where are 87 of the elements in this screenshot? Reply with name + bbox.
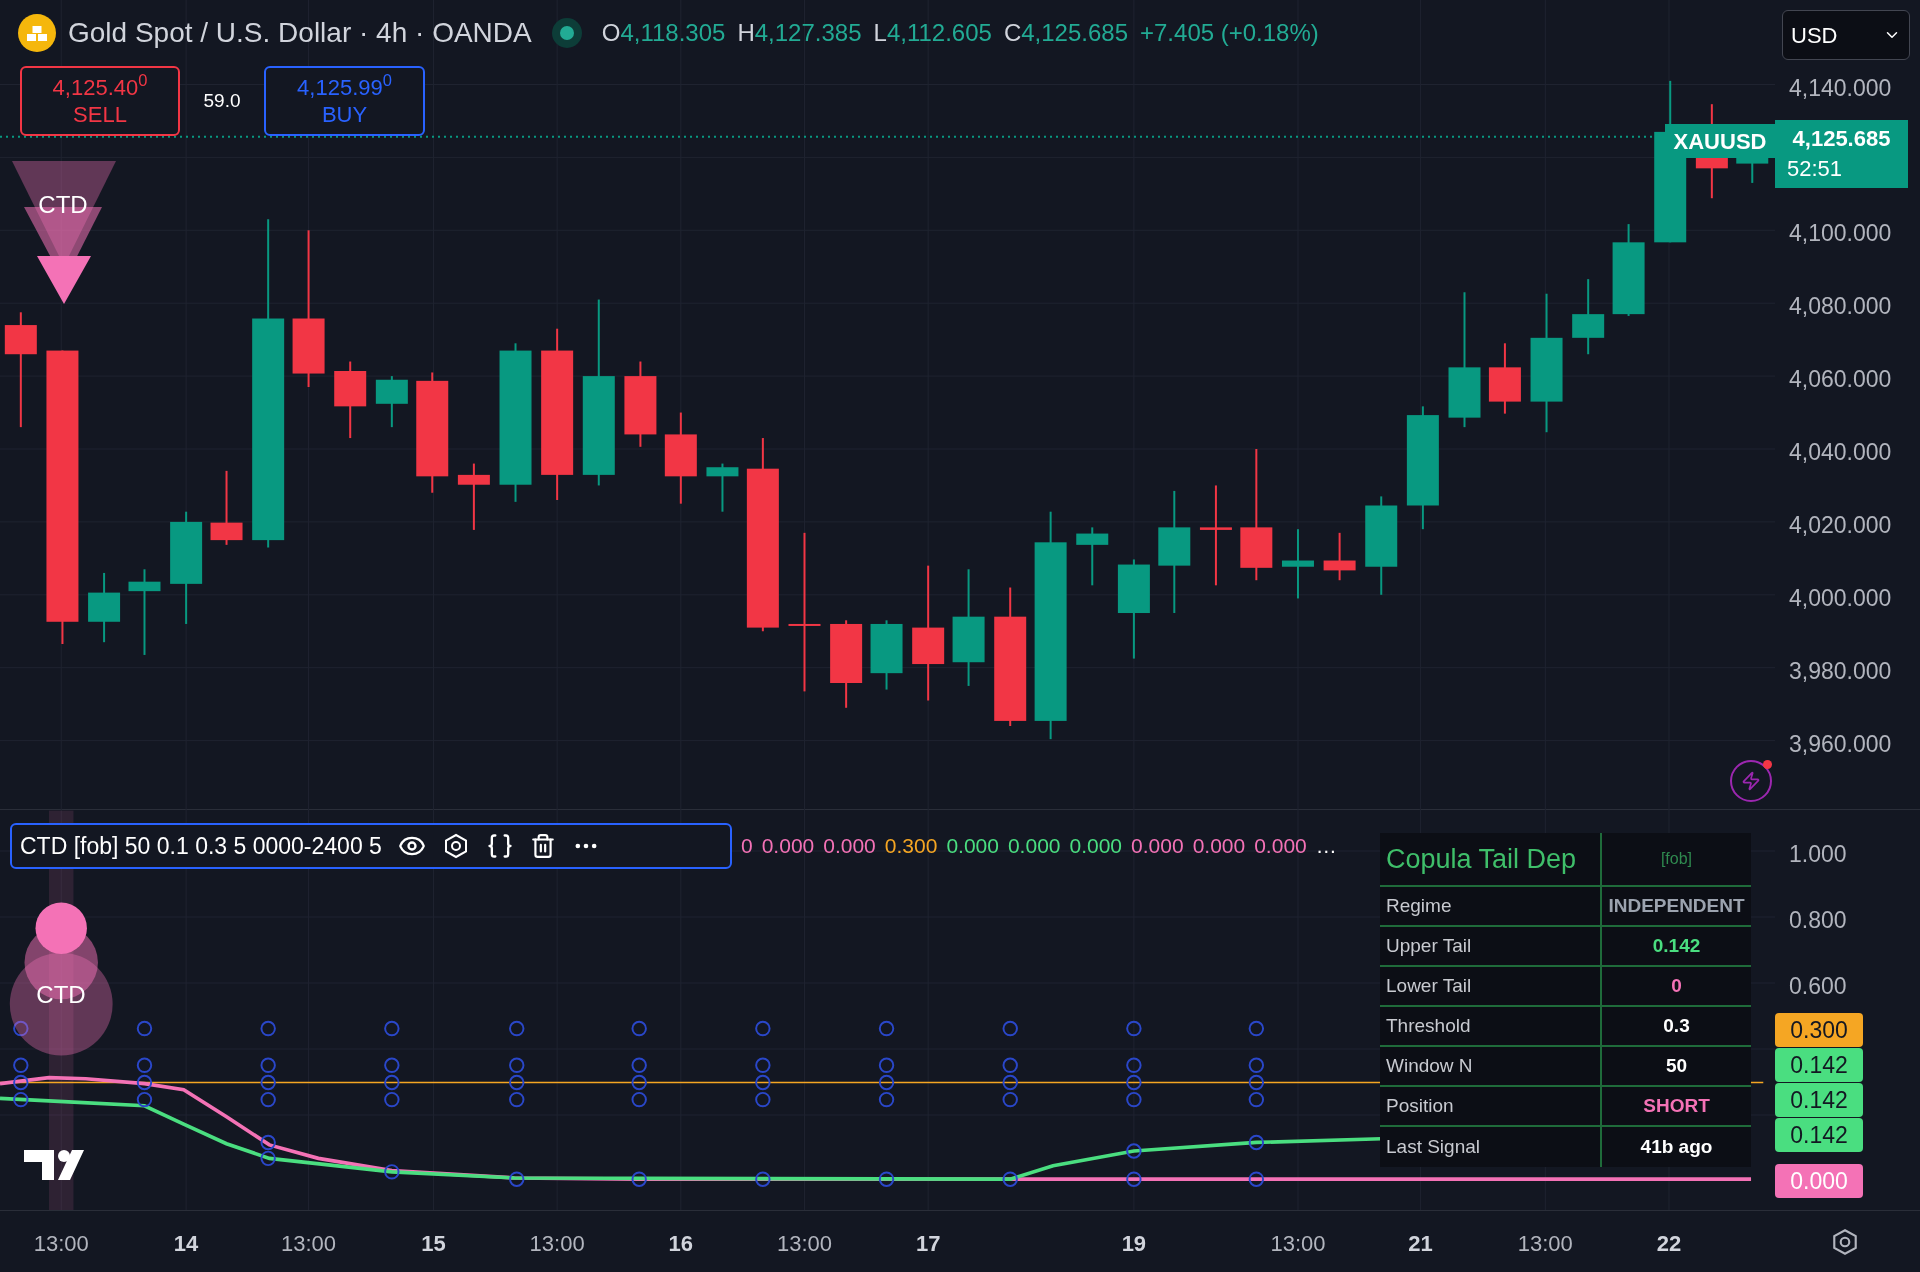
table-label: Threshold [1380,1007,1602,1045]
table-label: Upper Tail [1380,927,1602,965]
table-value: 41b ago [1640,1134,1713,1159]
ohlc-value: H4,127.385 [737,18,862,48]
price-axis-label: 4,060.000 [1789,365,1892,395]
table-value: 0 [1671,973,1682,998]
table-value: 0.142 [1652,933,1701,958]
symbol-tag: XAUUSD [1665,124,1775,158]
table-title: Copula Tail Dep [1380,833,1602,885]
value-tag: 0.142 [1775,1118,1863,1152]
price-axis-label: 4,000.000 [1789,583,1892,613]
price-axis-label: 4,140.000 [1789,73,1892,103]
time-axis-label: 13:00 [33,1230,89,1258]
candle [1281,528,1314,600]
more-values: … [1315,833,1337,860]
indicator-value: 0.000 [1007,833,1061,860]
coin-icon [18,14,56,52]
indicator-value: 0.000 [1254,833,1307,860]
time-axis-label: 22 [1656,1230,1682,1258]
indicator-legend[interactable]: CTD [fob] 50 0.1 0.3 5 0000-2400 5 [10,823,732,869]
price-axis-label: 4,020.000 [1789,510,1892,540]
time-axis-label: 14 [173,1230,199,1258]
price-axis-label: 4,040.000 [1789,438,1892,467]
indicator-value: 0.000 [761,833,815,860]
sell-button[interactable]: 4,125.40$^{0}$ SELL [20,66,180,136]
indicator-value: 0.000 [1069,833,1123,860]
settings-icon[interactable] [1830,1227,1860,1257]
buy-button[interactable]: 4,125.99$^{0}$ BUY [264,66,425,136]
candle [1323,531,1356,582]
candle [457,462,490,531]
candle [1076,526,1109,587]
table-value: 0.3 [1663,1013,1690,1038]
bar-countdown: 52:51 [1786,156,1843,182]
value-tag: 0.142 [1775,1048,1863,1082]
alert-icon[interactable] [1730,760,1772,802]
price-axis-label: 4,080.000 [1789,292,1892,322]
symbol-title: Gold Spot / U.S. Dollar · 4h · OANDA [68,16,532,50]
currency-select[interactable]: USD [1782,10,1910,60]
table-value: SHORT [1643,1093,1710,1118]
spread-value: 59.0 [202,88,242,113]
table-label: Last Signal [1380,1127,1602,1167]
indicator-value: 0.300 [884,833,938,860]
time-axis-label: 13:00 [281,1230,337,1258]
value-tag: 0.142 [1775,1083,1863,1117]
price-axis-label: 3,980.000 [1789,656,1892,686]
indicator-axis-label: 0.600 [1789,972,1847,1001]
indicator-value: 0.000 [946,833,999,860]
table-label: Window N [1380,1047,1602,1085]
delete-icon[interactable] [529,833,556,859]
indicator-value: 0.000 [1131,833,1184,860]
candle [375,375,408,429]
value-tag: 0.300 [1775,1013,1863,1047]
time-axis-label: 13:00 [1517,1230,1573,1258]
time-axis-label: 13:00 [1270,1230,1326,1258]
logo-icon [24,1150,84,1180]
ohlc-value: O4,118.305 [601,18,726,48]
price-change: +7.405 (+0.18%) [1140,18,1319,48]
table-label: Lower Tail [1380,967,1602,1005]
indicator-value: 0 [741,833,753,860]
ohlc-value: L4,112.605 [873,18,992,48]
candle [706,462,739,513]
candle [870,619,903,691]
table-value: 50 [1665,1053,1688,1078]
last-price: 4,125.685 [1792,126,1891,152]
signal-label: CTD [36,981,86,1008]
time-axis-label: 15 [421,1230,446,1258]
price-axis-label: 3,960.000 [1789,729,1892,759]
time-axis-label: 17 [915,1230,941,1258]
table-value: INDEPENDENT [1608,893,1745,918]
table-tag: [fob] [1602,833,1751,885]
table-label: Regime [1380,887,1602,925]
source-code-icon[interactable] [485,832,514,860]
time-axis-label: 13:00 [529,1230,585,1258]
signal-label: CTD [38,191,88,218]
time-axis-label: 21 [1408,1230,1433,1258]
indicator-title[interactable]: CTD [fob] 50 0.1 0.3 5 0000-2400 5 [20,828,382,864]
indicator-value: 0.000 [1192,833,1246,860]
ohlc-value: C4,125.685 [1003,18,1128,48]
table-label: Position [1380,1087,1602,1125]
time-axis-label: 13:00 [776,1230,832,1258]
time-axis-label: 16 [668,1230,694,1258]
indicator-axis-label: 1.000 [1789,840,1847,869]
price-axis-label: 4,100.000 [1789,219,1892,249]
indicator-axis-label: 0.800 [1789,906,1847,935]
indicator-value: 0.000 [823,833,876,860]
value-tag: 0.000 [1775,1164,1863,1198]
time-axis-label: 19 [1121,1230,1147,1258]
